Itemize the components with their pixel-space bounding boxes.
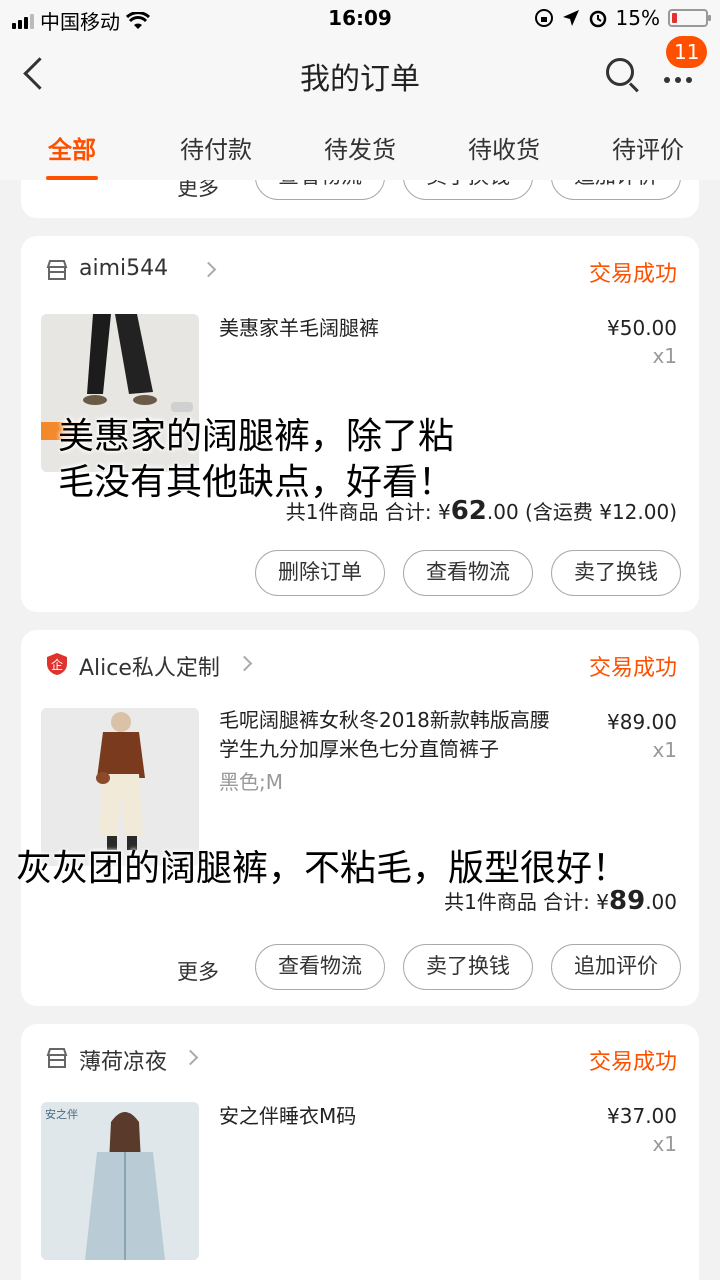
view-logistics-button[interactable]: 查看物流 <box>255 944 385 990</box>
more-link[interactable]: 更多 <box>177 956 219 986</box>
battery-percent: 15% <box>615 6 660 30</box>
status-bar: 中国移动 16:09 15% <box>0 0 720 36</box>
product-price: ¥37.00 <box>607 1104 677 1128</box>
product-image[interactable]: 安之伴 <box>41 1102 199 1260</box>
thumbnail-brand-label: 安之伴 <box>45 1108 78 1121</box>
product-quantity: x1 <box>652 738 677 762</box>
tab-pending-payment-label[interactable]: 待付款 <box>156 130 276 165</box>
order-status: 交易成功 <box>588 656 677 681</box>
order-status: 交易成功 <box>588 1050 677 1075</box>
caption-line: 毛没有其他缺点，好看！ <box>58 462 455 503</box>
location-icon <box>562 10 579 26</box>
summary-suffix: .00 <box>645 890 677 914</box>
product-price: ¥89.00 <box>607 710 677 734</box>
tab-pending-review-label[interactable]: 待评价 <box>588 130 708 165</box>
summary-prefix: 共1件商品 合计: ¥ <box>444 890 609 914</box>
orientation-lock-icon <box>534 9 553 27</box>
chevron-right-icon <box>200 261 217 278</box>
order-card[interactable]: 企 Alice私人定制 交易成功 毛呢阔腿裤女秋冬2018新款韩版高腰学生九分加… <box>21 630 699 1006</box>
more-menu-button[interactable] <box>664 70 704 90</box>
product-image[interactable] <box>41 708 199 866</box>
shop-name[interactable]: 薄荷凉夜 <box>79 1044 167 1076</box>
order-tabs-front: 全部 待付款 待发货 待收货 待评价 <box>0 110 720 180</box>
chevron-right-icon <box>182 1049 199 1066</box>
add-review-button[interactable]: 追加评价 <box>551 944 681 990</box>
caption-overlay: 美惠家的阔腿裤，除了粘 毛没有其他缺点，好看！ <box>58 414 454 506</box>
tab-all-label[interactable]: 全部 <box>12 130 132 165</box>
shop-row[interactable]: 企 Alice私人定制 交易成功 <box>21 630 699 694</box>
notification-badge: 11 <box>666 36 708 68</box>
order-status: 交易成功 <box>588 262 677 287</box>
resell-button[interactable]: 卖了换钱 <box>403 944 533 990</box>
active-tab-underline <box>46 176 98 180</box>
resell-button[interactable]: 卖了换钱 <box>551 550 681 596</box>
shop-name[interactable]: aimi544 <box>79 256 168 281</box>
status-right: 15% <box>534 6 711 30</box>
product-price: ¥50.00 <box>607 316 677 340</box>
summary-amount: 62 <box>450 496 487 526</box>
caption-overlay: 灰灰团的阔腿裤，不粘毛，版型很好！ <box>16 848 629 889</box>
tab-pending-receipt-label[interactable]: 待收货 <box>444 130 564 165</box>
summary-suffix: .00 (含运费 ¥12.00) <box>486 500 677 524</box>
chevron-right-icon <box>236 655 253 672</box>
view-logistics-button[interactable]: 查看物流 <box>403 550 533 596</box>
order-card[interactable]: 薄荷凉夜 交易成功 安之伴 安之伴睡衣M码 ¥37.00 x1 <box>21 1024 699 1280</box>
shop-name[interactable]: Alice私人定制 <box>79 650 220 682</box>
product-quantity: x1 <box>652 344 677 368</box>
store-icon <box>46 260 68 280</box>
search-button[interactable] <box>606 58 640 93</box>
enterprise-shield-icon: 企 <box>47 653 67 675</box>
svg-text:企: 企 <box>51 657 63 672</box>
shop-row[interactable]: aimi544 交易成功 <box>21 236 699 300</box>
product-title[interactable]: 安之伴睡衣M码 <box>219 1102 559 1131</box>
shop-row[interactable]: 薄荷凉夜 交易成功 <box>21 1024 699 1088</box>
tab-pending-shipment-label[interactable]: 待发货 <box>300 130 420 165</box>
alarm-icon <box>589 10 606 28</box>
delete-order-button[interactable]: 删除订单 <box>255 550 385 596</box>
nav-bar: 我的订单 11 <box>0 36 720 110</box>
battery-icon <box>668 9 711 27</box>
product-title[interactable]: 美惠家羊毛阔腿裤 <box>219 314 559 343</box>
product-quantity: x1 <box>652 1132 677 1156</box>
store-icon <box>46 1048 68 1068</box>
product-sku: 黑色;M <box>219 770 283 794</box>
caption-line: 美惠家的阔腿裤，除了粘 <box>58 416 455 457</box>
product-title[interactable]: 毛呢阔腿裤女秋冬2018新款韩版高腰学生九分加厚米色七分直筒裤子 <box>219 706 559 764</box>
